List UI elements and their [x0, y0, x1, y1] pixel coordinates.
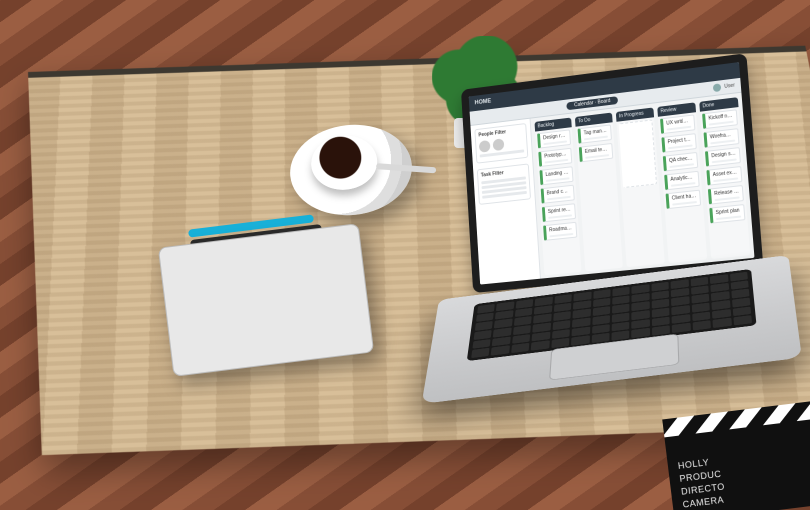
user-chip[interactable]: User: [713, 82, 735, 93]
kanban-card[interactable]: Release 1.2: [708, 185, 744, 205]
card-meta: [672, 201, 697, 206]
kanban-column[interactable]: ReviewUX writing reviewProject tracker t…: [657, 102, 707, 263]
user-label: User: [724, 83, 735, 90]
card-meta: [709, 121, 734, 126]
card-meta: [667, 126, 692, 131]
card-meta: [548, 214, 572, 218]
app-content: People Filter Task Filter BacklogDe: [470, 93, 754, 285]
laptop: HOME Calendar · Board User People Filter: [426, 75, 786, 458]
kanban-card[interactable]: UX writing review: [660, 114, 695, 134]
kanban-column[interactable]: BacklogDesign review meetingPrototype fe…: [534, 118, 581, 276]
kanban-board[interactable]: BacklogDesign review meetingPrototype fe…: [530, 93, 754, 280]
kanban-card[interactable]: Roadmap draft: [543, 222, 577, 241]
card-meta: [713, 177, 738, 182]
card-meta: [584, 136, 608, 141]
card-meta: [543, 140, 567, 145]
workspace-photo: HOME Calendar · Board User People Filter: [0, 0, 810, 510]
card-meta: [669, 163, 694, 168]
empty-drop-zone[interactable]: [619, 119, 657, 188]
card-meta: [712, 158, 737, 163]
card-meta: [549, 233, 573, 237]
kanban-column[interactable]: To DoTag manager setupEmail template A: [575, 113, 623, 272]
kanban-card[interactable]: Analytics report: [664, 171, 700, 191]
card-meta: [585, 154, 609, 159]
kanban-card[interactable]: Prototype feedback: [538, 148, 572, 167]
column-cards: [616, 117, 664, 267]
card-meta: [668, 144, 693, 149]
sidebar-task-filter[interactable]: Task Filter: [477, 163, 531, 205]
card-meta: [547, 196, 571, 201]
card-meta: [715, 196, 740, 201]
card-meta: [545, 159, 569, 164]
kanban-card[interactable]: QA checklist: [663, 152, 698, 172]
app-screen: HOME Calendar · Board User People Filter: [469, 62, 755, 284]
kanban-column[interactable]: In Progress: [616, 107, 665, 267]
card-meta: [546, 177, 570, 182]
kanban-column[interactable]: DoneKickoff notesWireframes v1Design sys…: [699, 97, 750, 259]
laptop-lid: HOME Calendar · Board User People Filter: [461, 53, 763, 293]
kanban-card[interactable]: Design system: [705, 147, 741, 167]
app-brand[interactable]: HOME: [474, 99, 491, 107]
card-title: Sprint plan: [715, 207, 740, 216]
kanban-card[interactable]: Sprint plan: [709, 204, 745, 224]
kanban-card[interactable]: Design review meeting: [537, 129, 571, 148]
clapperboard: HOLLY PRODUC DIRECTO CAMERA DATE: [662, 401, 810, 510]
kanban-card[interactable]: Wireframes v1: [704, 128, 740, 148]
coffee-cup: [286, 119, 417, 221]
card-meta: [671, 182, 696, 187]
column-cards: Kickoff notesWireframes v1Design systemA…: [700, 107, 750, 259]
column-cards: Tag manager setupEmail template A: [576, 122, 623, 271]
card-title: Roadmap draft: [549, 225, 573, 233]
kanban-card[interactable]: Brand color update: [541, 185, 575, 204]
kanban-card[interactable]: Asset export: [706, 166, 742, 186]
kanban-card[interactable]: Email template A: [579, 143, 613, 162]
avatar-icon: [713, 83, 722, 92]
drawing-tablet: [158, 223, 374, 377]
kanban-card[interactable]: Kickoff notes: [702, 109, 738, 129]
sidebar: People Filter Task Filter: [470, 119, 540, 285]
kanban-card[interactable]: Client handoff: [666, 190, 702, 210]
card-meta: [716, 215, 741, 220]
kanban-card[interactable]: Tag manager setup: [578, 124, 612, 144]
card-meta: [710, 140, 735, 145]
kanban-card[interactable]: Landing page copy: [539, 166, 573, 185]
sidebar-people-filter[interactable]: People Filter: [474, 123, 528, 164]
column-cards: UX writing reviewProject tracker taskQA …: [658, 112, 707, 263]
kanban-card[interactable]: Project tracker task: [661, 133, 696, 153]
kanban-card[interactable]: Sprint retro notes: [542, 203, 576, 222]
column-cards: Design review meetingPrototype feedbackL…: [535, 127, 581, 275]
